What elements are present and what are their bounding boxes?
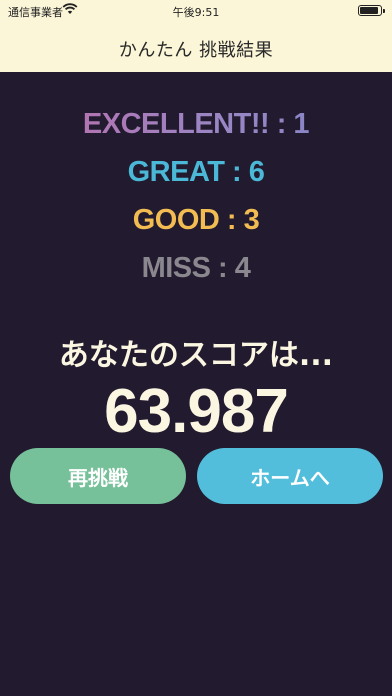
- result-label: GOOD: [132, 204, 220, 236]
- result-good: GOOD : 3: [0, 204, 392, 237]
- result-great: GREAT : 6: [0, 156, 392, 189]
- result-count: 1: [293, 108, 310, 140]
- result-separator: :: [269, 108, 294, 140]
- result-separator: :: [219, 204, 244, 236]
- status-bar: 通信事業者 午後9:51: [0, 0, 392, 22]
- home-button[interactable]: ホームへ: [197, 448, 383, 504]
- home-button-label: ホームへ: [250, 465, 330, 490]
- retry-button[interactable]: 再挑戦: [10, 448, 186, 504]
- page-title: かんたん 挑戦結果: [118, 40, 274, 61]
- result-count: 4: [234, 252, 251, 284]
- result-count: 3: [243, 204, 260, 236]
- result-separator: :: [210, 252, 235, 284]
- score-value: 63.987: [104, 377, 289, 446]
- result-miss: MISS : 4: [0, 252, 392, 285]
- result-count: 6: [248, 156, 265, 188]
- navigation-bar: 通信事業者 午後9:51 かんたん 挑戦結果: [0, 0, 392, 72]
- clock: 午後9:51: [172, 6, 220, 19]
- result-label: EXCELLENT!!: [82, 108, 270, 140]
- battery-icon: [358, 5, 385, 16]
- result-separator: :: [224, 156, 249, 188]
- result-label: MISS: [141, 252, 211, 284]
- result-excellent: EXCELLENT!! : 1: [0, 108, 392, 141]
- result-label: GREAT: [127, 156, 225, 188]
- score-label: あなたのスコアは...: [58, 338, 334, 373]
- retry-button-label: 再挑戦: [68, 465, 128, 490]
